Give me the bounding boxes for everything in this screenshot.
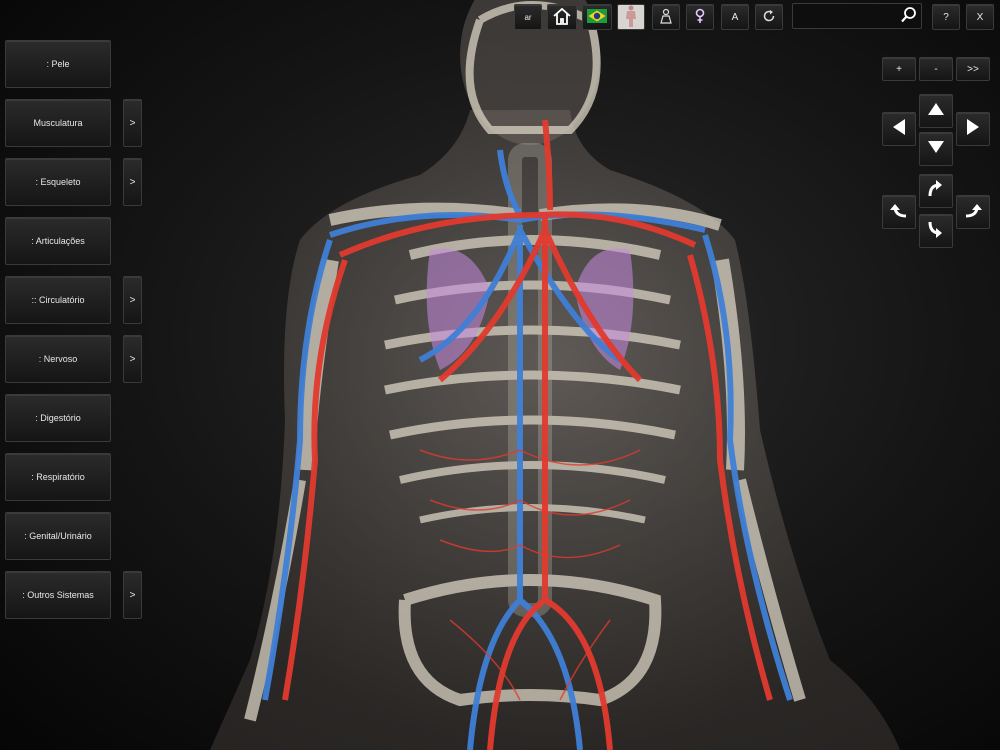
sidebar-item-label: Musculatura xyxy=(33,118,83,128)
labels-button[interactable]: A xyxy=(721,4,749,30)
close-label: X xyxy=(976,11,984,23)
body-thumbnail-icon xyxy=(624,5,638,30)
help-label: ? xyxy=(943,11,949,23)
person-view-button[interactable] xyxy=(652,4,680,30)
close-button[interactable]: X xyxy=(966,4,994,30)
rotate-right-icon xyxy=(963,200,983,225)
zoom-out-button[interactable]: - xyxy=(919,57,953,81)
next-button[interactable]: >> xyxy=(956,57,990,81)
chevron-right-label: > xyxy=(129,294,136,306)
chevron-right-label: > xyxy=(129,589,136,601)
zoom-out-label: - xyxy=(934,63,938,75)
sidebar-item-articulacoes[interactable]: : Articulações xyxy=(5,217,111,265)
sidebar-item-label: : Respiratório xyxy=(31,472,85,482)
down-arrow-icon xyxy=(927,140,945,159)
sidebar-item-label: : Genital/Urinário xyxy=(24,531,92,541)
rotate-up-button[interactable] xyxy=(919,174,953,208)
language-label: ar xyxy=(524,12,532,22)
pan-left-button[interactable] xyxy=(882,112,916,146)
language-flag-button[interactable] xyxy=(582,4,612,30)
sidebar-item-label: : Articulações xyxy=(31,236,85,246)
brazil-flag-icon xyxy=(587,8,607,26)
sidebar-item-label: : Digestório xyxy=(35,413,81,423)
zoom-in-button[interactable]: + xyxy=(882,57,916,81)
app-stage: ar A ? X + - >>: Pele Musculatura >: E… xyxy=(0,0,1000,750)
pan-up-button[interactable] xyxy=(919,94,953,128)
submenu-outros-sistemas-button[interactable]: > xyxy=(123,571,142,619)
sidebar-item-genital-urinario[interactable]: : Genital/Urinário xyxy=(5,512,111,560)
chevron-right-label: > xyxy=(129,353,136,365)
pan-down-button[interactable] xyxy=(919,132,953,166)
gender-button[interactable] xyxy=(686,4,714,30)
help-button[interactable]: ? xyxy=(932,4,960,30)
sidebar-item-label: :: Circulatório xyxy=(31,295,85,305)
submenu-musculatura-button[interactable]: > xyxy=(123,99,142,147)
rotate-up-icon xyxy=(926,179,946,204)
sidebar-item-nervoso[interactable]: : Nervoso xyxy=(5,335,111,383)
rotate-down-icon xyxy=(926,219,946,244)
reset-view-button[interactable] xyxy=(755,4,783,30)
submenu-esqueleto-button[interactable]: > xyxy=(123,158,142,206)
female-symbol-icon xyxy=(694,8,706,27)
labels-text: A xyxy=(731,11,739,23)
zoom-in-label: + xyxy=(896,63,902,75)
up-arrow-icon xyxy=(927,102,945,121)
sidebar-item-label: : Nervoso xyxy=(38,354,78,364)
left-arrow-icon xyxy=(892,118,906,141)
chevron-right-label: > xyxy=(129,176,136,188)
rotate-left-icon xyxy=(889,200,909,225)
submenu-nervoso-button[interactable]: > xyxy=(123,335,142,383)
sidebar-item-digestorio[interactable]: : Digestório xyxy=(5,394,111,442)
rotate-right-button[interactable] xyxy=(956,195,990,229)
sidebar-item-circulatorio[interactable]: :: Circulatório xyxy=(5,276,111,324)
right-arrow-icon xyxy=(966,118,980,141)
anatomy-3d-viewer[interactable] xyxy=(0,0,1000,750)
chevron-right-label: > xyxy=(129,117,136,129)
search-icon[interactable] xyxy=(900,6,918,29)
sidebar-item-pele[interactable]: : Pele xyxy=(5,40,111,88)
sidebar-item-musculatura[interactable]: Musculatura xyxy=(5,99,111,147)
next-label: >> xyxy=(967,63,979,75)
sidebar-item-label: : Outros Sistemas xyxy=(22,590,94,600)
rotate-left-button[interactable] xyxy=(882,195,916,229)
rotate-reset-icon xyxy=(762,9,776,26)
person-outline-icon xyxy=(659,8,673,27)
body-view-button[interactable] xyxy=(617,4,645,30)
sidebar-item-label: : Esqueleto xyxy=(35,177,81,187)
sidebar-item-respiratorio[interactable]: : Respiratório xyxy=(5,453,111,501)
language-button[interactable]: ar xyxy=(514,4,542,30)
sidebar-item-outros-sistemas[interactable]: : Outros Sistemas xyxy=(5,571,111,619)
home-icon xyxy=(552,7,572,28)
submenu-circulatorio-button[interactable]: > xyxy=(123,276,142,324)
rotate-down-button[interactable] xyxy=(919,214,953,248)
sidebar-item-esqueleto[interactable]: : Esqueleto xyxy=(5,158,111,206)
sidebar-item-label: : Pele xyxy=(46,59,70,69)
home-button[interactable] xyxy=(547,4,577,30)
pan-right-button[interactable] xyxy=(956,112,990,146)
